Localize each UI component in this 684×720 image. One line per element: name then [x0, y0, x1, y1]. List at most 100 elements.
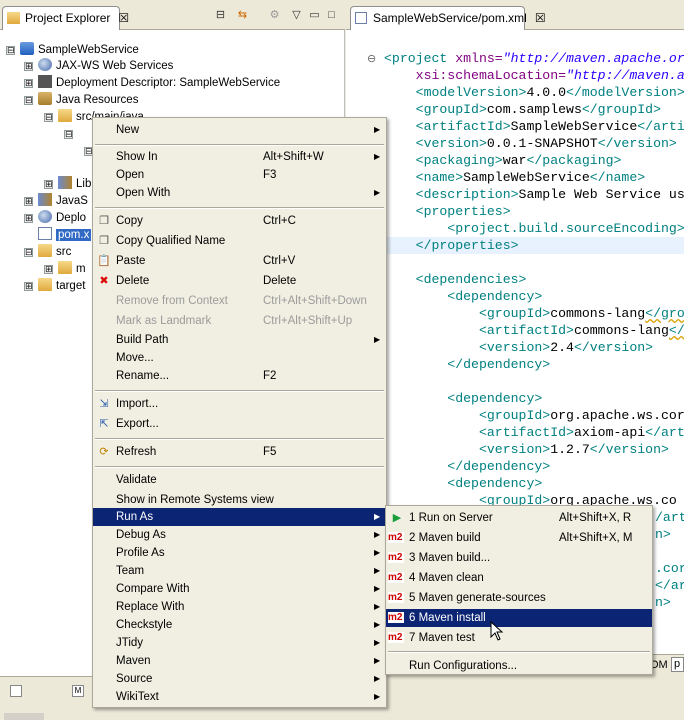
- run-as-item-3-maven-build[interactable]: m2 3 Maven build...: [386, 549, 652, 567]
- tree-expander-icon[interactable]: ⊞: [24, 282, 33, 291]
- menu-item-shortcut: Ctrl+Alt+Shift+Down: [263, 295, 367, 307]
- tree-item[interactable]: target: [38, 278, 85, 295]
- code-token: <version>: [384, 442, 551, 457]
- menu-item-label: 5 Maven generate-sources: [409, 592, 546, 604]
- menu-item-label: Refresh: [116, 446, 157, 458]
- tree-item[interactable]: SampleWebService: [20, 42, 139, 59]
- run-as-item-1-run-on-server[interactable]: ▶ 1 Run on Server Alt+Shift+X, R: [386, 509, 652, 527]
- tree-expander-icon[interactable]: ⊟: [6, 46, 15, 55]
- tree-expander-icon[interactable]: ⊞: [24, 79, 33, 88]
- menu-item-mark-as-landmark[interactable]: Mark as Landmark Ctrl+Alt+Shift+Up: [93, 312, 386, 330]
- tab-pom-xml[interactable]: SampleWebService/pom.xml ☒: [350, 6, 546, 30]
- tree-item[interactable]: Deployment Descriptor: SampleWebService: [38, 75, 280, 92]
- menu-item-show-in[interactable]: Show In Alt+Shift+W ▶: [93, 148, 386, 166]
- menu-item-label: Replace With: [116, 601, 185, 613]
- menu-item-checkstyle[interactable]: Checkstyle ▶: [93, 616, 386, 634]
- menu-item-label: Rename...: [116, 370, 170, 382]
- fast-view-icon[interactable]: [10, 685, 22, 697]
- menu-item-new[interactable]: New ▶: [93, 121, 386, 139]
- tree-item[interactable]: Lib: [58, 176, 91, 193]
- code-token: </dependency>: [384, 459, 551, 474]
- run-as-item-4-maven-clean[interactable]: m2 4 Maven clean: [386, 569, 652, 587]
- menu-item-remove-from-context[interactable]: Remove from Context Ctrl+Alt+Shift+Down: [93, 292, 386, 310]
- tree-item-label: m: [76, 263, 86, 275]
- tree-expander-icon[interactable]: ⊟: [24, 248, 33, 257]
- menu-item-move[interactable]: Move...: [93, 349, 386, 367]
- tree-item[interactable]: Deplo: [38, 210, 86, 227]
- minimize-icon[interactable]: ▭: [308, 10, 321, 21]
- menu-item-open[interactable]: Open F3: [93, 166, 386, 184]
- menu-item-jtidy[interactable]: JTidy ▶: [93, 634, 386, 652]
- menu-item-refresh[interactable]: ⟳ Refresh F5: [93, 443, 386, 461]
- menu-item-build-path[interactable]: Build Path ▶: [93, 331, 386, 349]
- tree-expander-icon[interactable]: ⊞: [24, 62, 33, 71]
- tree-expander-icon[interactable]: ⊟: [24, 96, 33, 105]
- menu-item-shortcut: F2: [263, 370, 277, 382]
- tree-expander-icon[interactable]: ⊞: [44, 265, 53, 274]
- menu-item-compare-with[interactable]: Compare With ▶: [93, 580, 386, 598]
- code-token: </name>: [589, 170, 646, 185]
- project-explorer-tabbar: Project Explorer ☒ ⊟ ⇆ ⚙ ▽ ▭ □: [0, 0, 345, 30]
- menu-item-run-as[interactable]: Run As ▶: [93, 508, 386, 526]
- menu-item-label: Validate: [116, 474, 157, 486]
- menu-item-label: Open With: [116, 187, 171, 199]
- code-token: "http://maven.apache.or: [502, 51, 684, 66]
- menu-item-label: WikiText: [116, 691, 159, 703]
- tree-expander-icon[interactable]: ⊞: [24, 214, 33, 223]
- tree-expander-icon[interactable]: ⊟: [64, 130, 73, 139]
- tree-item[interactable]: src: [38, 244, 71, 261]
- menu-item-export[interactable]: ⇱ Export...: [93, 415, 386, 433]
- menu-item-profile-as[interactable]: Profile As ▶: [93, 544, 386, 562]
- menu-item-maven[interactable]: Maven ▶: [93, 652, 386, 670]
- fold-collapse-icon[interactable]: ⊖: [367, 52, 376, 65]
- run-as-item-run-configurations[interactable]: Run Configurations...: [386, 657, 652, 675]
- collapse-all-icon[interactable]: ⊟: [214, 10, 227, 21]
- code-token: <description>: [384, 187, 519, 202]
- tree-item[interactable]: JAX-WS Web Services: [38, 58, 173, 75]
- maximize-icon[interactable]: □: [325, 10, 338, 21]
- minimized-view-icon[interactable]: M: [72, 685, 84, 697]
- menu-item-wikitext[interactable]: WikiText ▶: [93, 688, 386, 706]
- menu-item-label: Profile As: [116, 547, 165, 559]
- tree-expander-icon[interactable]: ⊞: [24, 197, 33, 206]
- tab-pom-source[interactable]: p: [671, 657, 684, 672]
- run-as-item-2-maven-build[interactable]: m2 2 Maven build Alt+Shift+X, M: [386, 529, 652, 547]
- tree-expander-icon[interactable]: ⊟: [44, 113, 53, 122]
- menu-item-replace-with[interactable]: Replace With ▶: [93, 598, 386, 616]
- tree-item[interactable]: pom.x: [38, 227, 92, 244]
- code-line: <project xmlns="http://maven.apache.or: [384, 50, 684, 67]
- tree-item[interactable]: m: [58, 261, 86, 278]
- view-menu-icon[interactable]: ▽: [290, 10, 303, 21]
- submenu-arrow-icon: ▶: [374, 584, 381, 593]
- menu-item-copy[interactable]: ❐ Copy Ctrl+C: [93, 212, 386, 230]
- menu-item-open-with[interactable]: Open With ▶: [93, 184, 386, 202]
- filter-icon[interactable]: ⚙: [268, 10, 281, 21]
- run-as-item-7-maven-test[interactable]: m2 7 Maven test: [386, 629, 652, 647]
- menu-item-debug-as[interactable]: Debug As ▶: [93, 526, 386, 544]
- link-with-editor-icon[interactable]: ⇆: [236, 10, 249, 21]
- xml-file-icon: [355, 12, 367, 24]
- menu-item-paste[interactable]: 📋 Paste Ctrl+V: [93, 252, 386, 270]
- code-token: /art: [655, 510, 684, 525]
- tree-item-label: Deployment Descriptor: SampleWebService: [56, 77, 281, 89]
- menu-item-rename[interactable]: Rename... F2: [93, 367, 386, 385]
- menu-item-team[interactable]: Team ▶: [93, 562, 386, 580]
- code-token: n>: [655, 527, 671, 542]
- maven-m2-icon: m2: [388, 612, 404, 623]
- tree-item[interactable]: Java Resources: [38, 92, 138, 109]
- tree-expander-icon[interactable]: ⊞: [44, 180, 53, 189]
- close-icon[interactable]: ☒: [118, 11, 129, 25]
- close-icon[interactable]: ☒: [535, 11, 546, 25]
- menu-item-delete[interactable]: ✖ Delete Delete: [93, 272, 386, 290]
- submenu-arrow-icon: ▶: [374, 638, 381, 647]
- run-as-item-5-maven-generate-sources[interactable]: m2 5 Maven generate-sources: [386, 589, 652, 607]
- menu-item-copy-qualified-name[interactable]: ❐ Copy Qualified Name: [93, 232, 386, 250]
- tree-item[interactable]: JavaS: [38, 193, 88, 210]
- menu-item-import[interactable]: ⇲ Import...: [93, 395, 386, 413]
- menu-item-validate[interactable]: Validate: [93, 471, 386, 489]
- tab-project-explorer[interactable]: Project Explorer ☒: [2, 6, 129, 30]
- menu-item-show-in-remote-systems-view[interactable]: Show in Remote Systems view: [93, 491, 386, 509]
- menu-item-source[interactable]: Source ▶: [93, 670, 386, 688]
- run-as-item-6-maven-install[interactable]: m2 6 Maven install: [386, 609, 652, 627]
- submenu-arrow-icon: ▶: [374, 692, 381, 701]
